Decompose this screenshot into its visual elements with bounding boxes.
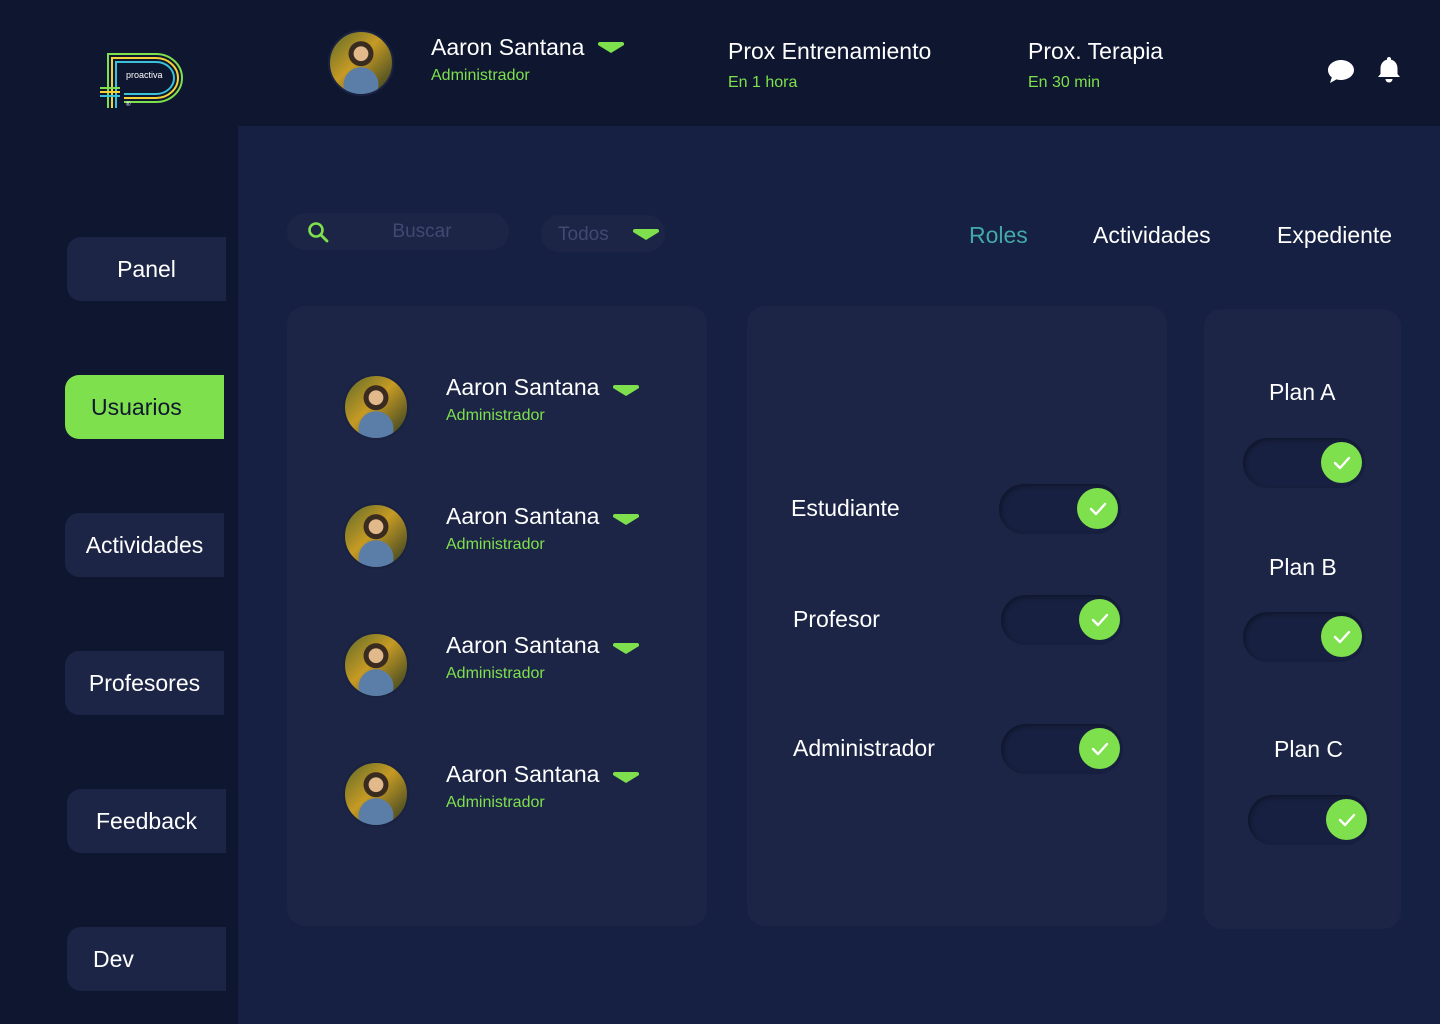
sidebar-item-actividades[interactable]: Actividades <box>65 513 224 577</box>
list-item[interactable]: Aaron Santana Administrador <box>343 374 663 442</box>
search-box <box>287 213 509 250</box>
roles-card: Estudiante Profesor Administrador <box>747 306 1167 926</box>
sidebar-item-label: Feedback <box>95 807 197 834</box>
sidebar-item-label: Actividades <box>85 531 204 558</box>
user-role: Administrador <box>446 407 545 424</box>
chevron-down-icon[interactable] <box>598 42 624 53</box>
user-role: Administrador <box>446 665 545 682</box>
sidebar-item-usuarios[interactable]: Usuarios <box>65 375 224 439</box>
chevron-down-icon[interactable] <box>613 643 639 654</box>
chat-icon[interactable] <box>1326 56 1356 86</box>
list-item[interactable]: Aaron Santana Administrador <box>343 761 663 829</box>
next-therapy: Prox. Terapia En 30 min <box>1028 38 1163 92</box>
user-name: Aaron Santana <box>446 761 600 787</box>
toggle-plan-b[interactable] <box>1243 612 1365 662</box>
role-label-profesor: Profesor <box>793 606 880 632</box>
header-user-menu[interactable]: Aaron Santana Administrador <box>328 30 648 98</box>
plan-label-c: Plan C <box>1274 736 1344 762</box>
chevron-down-icon <box>633 229 659 240</box>
tab-actividades[interactable]: Actividades <box>1093 222 1211 249</box>
avatar <box>343 374 409 440</box>
toggle-profesor[interactable] <box>1001 595 1123 645</box>
header-user-name: Aaron Santana <box>431 34 585 60</box>
user-name: Aaron Santana <box>446 503 600 529</box>
top-bar: proactiva ® Aaron Santana Administrador … <box>0 0 1440 126</box>
plans-card: Plan A Plan B Plan C <box>1204 309 1401 929</box>
chevron-down-icon[interactable] <box>613 514 639 525</box>
plan-label-a: Plan A <box>1269 379 1336 405</box>
role-label-estudiante: Estudiante <box>791 495 900 521</box>
check-icon <box>1079 599 1120 640</box>
tab-expediente[interactable]: Expediente <box>1277 222 1392 249</box>
toggle-plan-c[interactable] <box>1248 795 1370 845</box>
user-role: Administrador <box>446 794 545 811</box>
sidebar-item-label: Usuarios <box>91 393 182 420</box>
svg-text:®: ® <box>126 101 131 108</box>
check-icon <box>1321 616 1362 657</box>
list-item[interactable]: Aaron Santana Administrador <box>343 503 663 571</box>
sidebar-item-label: Profesores <box>88 669 201 696</box>
list-item[interactable]: Aaron Santana Administrador <box>343 632 663 700</box>
chevron-down-icon[interactable] <box>613 772 639 783</box>
users-list-card: Aaron Santana Administrador Aaron Santan… <box>287 306 707 926</box>
user-role: Administrador <box>446 536 545 553</box>
tab-roles[interactable]: Roles <box>969 222 1028 249</box>
check-icon <box>1079 728 1120 769</box>
next-training-label: Prox Entrenamiento <box>728 38 932 64</box>
search-icon <box>308 222 329 243</box>
sidebar-item-label: Dev <box>93 945 134 972</box>
sidebar-item-panel[interactable]: Panel <box>67 237 226 301</box>
avatar <box>328 30 394 96</box>
role-label-administrador: Administrador <box>793 735 935 761</box>
toggle-plan-a[interactable] <box>1243 438 1365 488</box>
filter-select-value: Todos <box>558 224 609 245</box>
chevron-down-icon[interactable] <box>613 385 639 396</box>
filter-select[interactable]: Todos <box>541 215 665 252</box>
plan-label-b: Plan B <box>1269 554 1337 580</box>
avatar <box>343 761 409 827</box>
user-name: Aaron Santana <box>446 374 600 400</box>
proactiva-logo: proactiva ® <box>100 53 183 108</box>
bell-icon[interactable] <box>1374 54 1404 84</box>
sidebar-item-profesores[interactable]: Profesores <box>65 651 224 715</box>
sidebar-item-label: Panel <box>117 255 176 282</box>
logo-wordmark: proactiva <box>126 70 163 80</box>
avatar <box>343 632 409 698</box>
next-therapy-label: Prox. Terapia <box>1028 38 1164 64</box>
toggle-estudiante[interactable] <box>999 484 1121 534</box>
user-name: Aaron Santana <box>446 632 600 658</box>
next-training: Prox Entrenamiento En 1 hora <box>728 38 931 92</box>
avatar <box>343 503 409 569</box>
toggle-administrador[interactable] <box>1001 724 1123 774</box>
check-icon <box>1326 799 1367 840</box>
sidebar-item-dev[interactable]: Dev <box>67 927 226 991</box>
next-therapy-time: En 30 min <box>1028 74 1101 91</box>
header-user-role: Administrador <box>431 67 530 84</box>
next-training-time: En 1 hora <box>728 74 798 91</box>
check-icon <box>1321 442 1362 483</box>
check-icon <box>1077 488 1118 529</box>
search-input[interactable] <box>347 213 497 250</box>
sidebar-item-feedback[interactable]: Feedback <box>67 789 226 853</box>
